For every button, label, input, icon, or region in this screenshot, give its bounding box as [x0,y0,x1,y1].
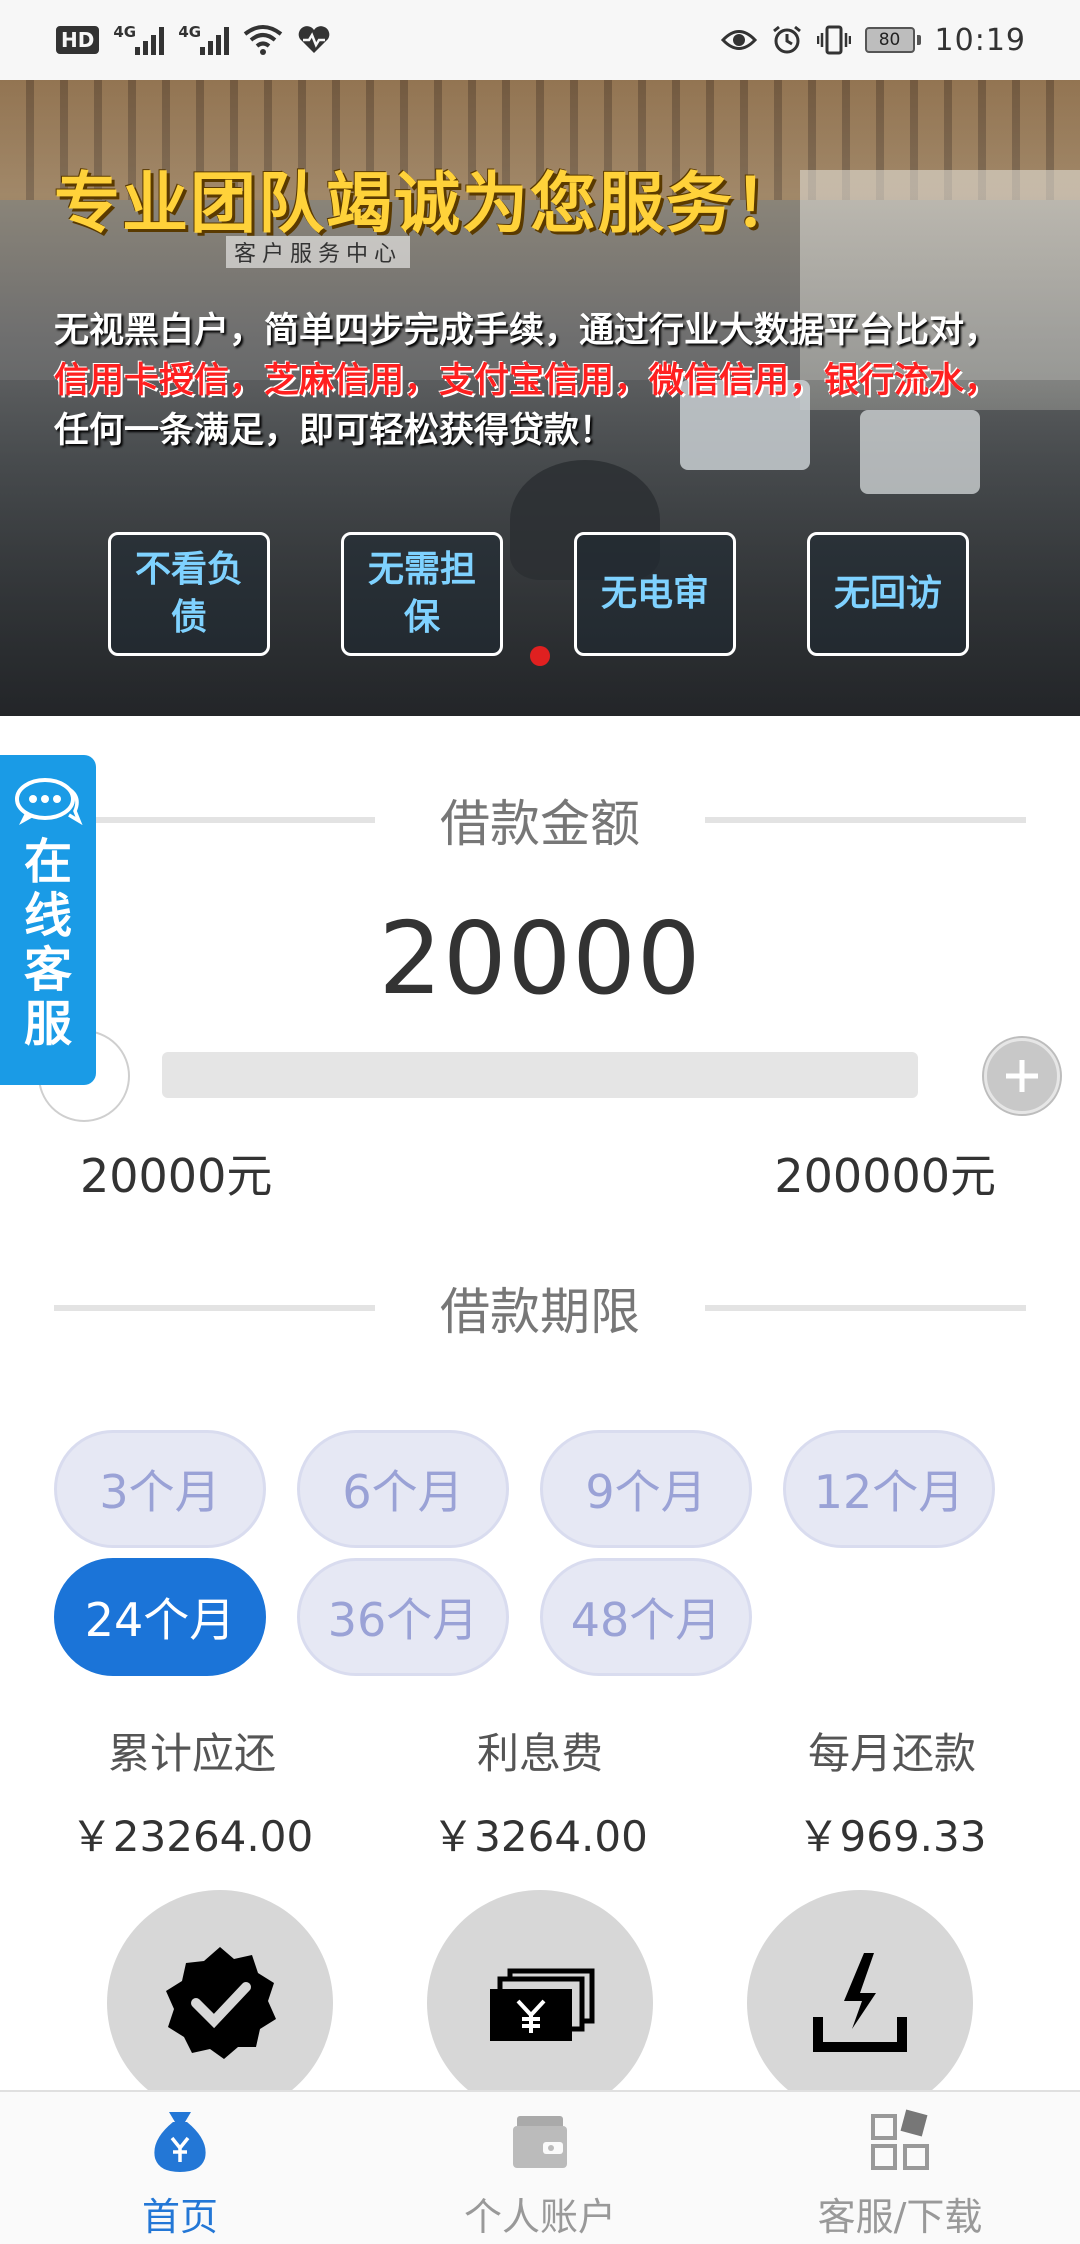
status-time: 10:19 [934,22,1026,58]
feature-verified[interactable] [107,1890,333,2116]
banner-feature-no-guarantee: 无需担保 [341,532,503,656]
banner-line-1: 无视黑白户，简单四步完成手续，通过行业大数据平台比对， [54,311,1000,351]
term-option-12[interactable]: 12个月 [783,1430,995,1548]
divider-line [705,817,1026,823]
divider-line [54,817,375,823]
eye-comfort-icon [720,27,757,53]
increase-amount-button[interactable] [984,1038,1060,1114]
online-service-button[interactable]: 在线客服 [0,755,96,1085]
status-left: HD 4G 4G [56,23,331,56]
sim2-label: 4G [178,23,202,41]
banner-line-2: 信用卡授信，芝麻信用，支付宝信用，微信信用，银行流水， [54,361,1000,401]
interest-fee-value: ￥3264.00 [432,1812,648,1861]
bottom-tab-bar: 首页 个人账户 客服/下载 [0,2090,1080,2244]
wifi-icon [243,24,283,56]
repayment-summary: 累计应还 ￥23264.00 利息费 ￥3264.00 每月还款 ￥969.33 [0,1720,1080,1861]
amount-max-label: 200000元 [774,1149,996,1203]
status-right: 80 10:19 [720,22,1026,58]
tab-home-label: 首页 [141,2195,218,2239]
signal-sim1-icon: 4G [113,23,165,55]
term-option-3[interactable]: 3个月 [54,1430,266,1548]
promo-banner[interactable]: 专业团队竭诚为您服务！ 客户服务中心 无视黑白户，简单四步完成手续，通过行业大数… [0,80,1080,716]
loan-amount-title: 借款金额 [440,795,640,853]
banner-subtitle: 客户服务中心 [226,236,411,268]
tab-service-download[interactable]: 客服/下载 [720,2092,1080,2244]
money-bag-icon [154,2112,206,2172]
loan-term-title: 借款期限 [440,1283,640,1341]
cash-yuan-icon [490,1968,595,2041]
wallet-icon [513,2116,567,2168]
banner-feature-no-phone-check: 无电审 [574,532,736,656]
term-option-9[interactable]: 9个月 [540,1430,752,1548]
tab-service-download-label: 客服/下载 [817,2195,983,2239]
feature-fast[interactable] [747,1890,973,2116]
interest-fee: 利息费 ￥3264.00 [370,1720,710,1864]
verified-badge-icon [166,1947,276,2059]
battery-level: 80 [864,27,915,53]
lightning-tray-icon [813,1953,907,2052]
loan-amount-header: 借款金额 [54,785,1026,855]
feature-cash[interactable] [427,1890,653,2116]
total-repayment-label: 累计应还 [107,1729,276,1778]
banner-title: 专业团队竭诚为您服务！ [54,165,802,242]
total-repayment-value: ￥23264.00 [70,1812,314,1861]
loan-amount-value: 20000 [378,900,702,1017]
app-root: HD 4G 4G 80 10:19 专业团队竭诚为您服务！ 客户服务中心 无视黑… [0,0,1080,2244]
signal-sim2-icon: 4G [178,23,230,55]
term-option-6[interactable]: 6个月 [297,1430,509,1548]
hd-icon: HD [56,26,100,54]
banner-feature-no-callback: 无回访 [807,532,969,656]
vibrate-icon [816,24,851,56]
health-heart-icon [297,25,331,55]
tab-home[interactable]: 首页 [0,2092,360,2244]
amount-min-label: 20000元 [80,1149,273,1203]
monthly-repayment-value: ￥969.33 [797,1812,987,1861]
interest-fee-label: 利息费 [476,1729,603,1778]
alarm-icon [771,24,803,56]
plus-icon [1006,1060,1038,1092]
battery-icon: 80 [864,27,921,53]
loan-term-header: 借款期限 [54,1273,1026,1343]
online-service-label: 在线客服 [23,834,72,1052]
carousel-indicator-dot[interactable] [530,646,550,666]
loan-amount-slider[interactable] [162,1052,918,1098]
term-option-24[interactable]: 24个月 [54,1558,266,1676]
tab-account-label: 个人账户 [463,2195,616,2239]
banner-feature-no-debt: 不看负债 [108,532,270,656]
divider-line [705,1305,1026,1311]
tab-account[interactable]: 个人账户 [360,2092,720,2244]
monthly-repayment-label: 每月还款 [807,1729,976,1778]
monitor-shape [860,410,980,494]
term-option-48[interactable]: 48个月 [540,1558,752,1676]
banner-line-3: 任何一条满足，即可轻松获得贷款！ [54,411,615,451]
monthly-repayment: 每月还款 ￥969.33 [722,1720,1062,1864]
total-repayment: 累计应还 ￥23264.00 [22,1720,362,1864]
term-option-36[interactable]: 36个月 [297,1558,509,1676]
chat-bubble-icon [15,778,83,826]
sim1-label: 4G [113,23,137,41]
apps-grid-icon [871,2109,929,2170]
divider-line [54,1305,375,1311]
status-bar: HD 4G 4G 80 10:19 [0,0,1080,80]
